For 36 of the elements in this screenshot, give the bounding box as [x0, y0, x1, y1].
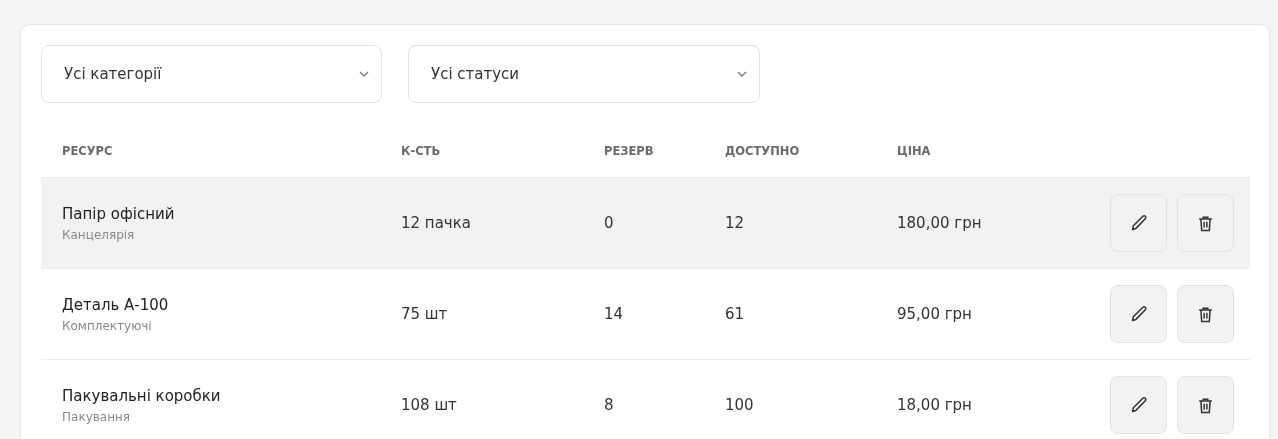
delete-button[interactable] — [1177, 376, 1234, 434]
delete-button[interactable] — [1177, 194, 1234, 252]
resource-name: Деталь А-100 — [62, 295, 170, 314]
pencil-icon — [1129, 396, 1148, 414]
table-cell-text: 12 — [725, 214, 746, 232]
resource-name: Папір офісний — [62, 204, 176, 223]
pencil-icon — [1129, 305, 1148, 323]
column-header: ЦІНА — [897, 144, 932, 158]
resource-category: Пакування — [62, 409, 132, 424]
table-cell-text: 61 — [725, 305, 746, 323]
table-cell-text: 75 шт — [401, 305, 449, 323]
column-header: ДОСТУПНО — [725, 144, 801, 158]
chevron-down-icon — [359, 71, 369, 77]
table-cell-text: 18,00 грн — [897, 396, 973, 414]
table-cell-text: 108 шт — [401, 396, 458, 414]
filter-dropdown[interactable]: Усі категорії — [41, 45, 382, 103]
table-cell-text: 180,00 грн — [897, 214, 983, 232]
resource-category: Комплектуючі — [62, 318, 153, 333]
table-cell-text: 0 — [604, 214, 615, 232]
resource-name: Пакувальні коробки — [62, 386, 222, 405]
column-header: РЕЗЕРВ — [604, 144, 655, 158]
table-cell-text: 12 пачка — [401, 214, 472, 232]
pencil-icon — [1129, 214, 1148, 232]
column-header: К-СТЬ — [401, 144, 442, 158]
resource-category: Канцелярія — [62, 227, 136, 242]
trash-icon — [1198, 305, 1213, 323]
filter-dropdown[interactable]: Усі статуси — [408, 45, 760, 103]
chevron-down-icon — [737, 71, 747, 77]
delete-button[interactable] — [1177, 285, 1234, 343]
trash-icon — [1198, 396, 1213, 414]
trash-icon — [1198, 214, 1213, 232]
table-cell-text: 95,00 грн — [897, 305, 973, 323]
table-cell-text: 14 — [604, 305, 625, 323]
table-cell-text: 100 — [725, 396, 755, 414]
table-cell-text: 8 — [604, 396, 615, 414]
column-header: РЕСУРС — [62, 144, 114, 158]
